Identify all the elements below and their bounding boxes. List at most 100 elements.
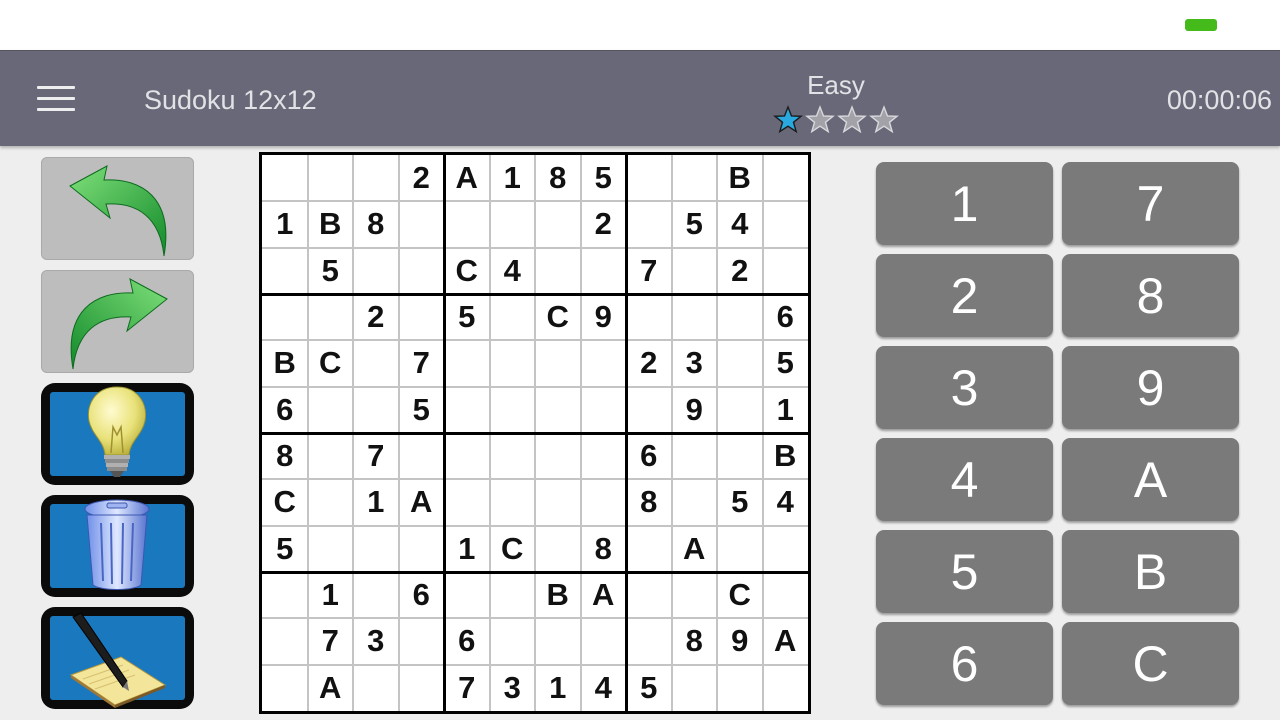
sudoku-cell[interactable] <box>535 201 581 247</box>
sudoku-cell[interactable] <box>490 294 536 340</box>
sudoku-cell[interactable] <box>763 201 809 247</box>
sudoku-cell[interactable] <box>763 526 809 572</box>
keypad-key[interactable]: 2 <box>876 254 1053 337</box>
sudoku-cell[interactable]: 9 <box>581 294 627 340</box>
sudoku-cell[interactable] <box>262 618 308 664</box>
sudoku-cell[interactable]: 2 <box>717 248 763 294</box>
sudoku-cell[interactable] <box>763 155 809 201</box>
sudoku-cell[interactable] <box>490 479 536 525</box>
sudoku-cell[interactable]: A <box>444 155 490 201</box>
sudoku-cell[interactable]: 1 <box>490 155 536 201</box>
sudoku-cell[interactable]: 5 <box>672 201 718 247</box>
menu-button[interactable] <box>30 78 82 120</box>
sudoku-cell[interactable]: B <box>763 433 809 479</box>
sudoku-cell[interactable] <box>672 479 718 525</box>
sudoku-cell[interactable]: 7 <box>399 340 445 386</box>
sudoku-cell[interactable]: 5 <box>399 387 445 433</box>
sudoku-cell[interactable] <box>444 201 490 247</box>
sudoku-cell[interactable] <box>763 665 809 711</box>
sudoku-cell[interactable]: A <box>672 526 718 572</box>
sudoku-cell[interactable] <box>535 340 581 386</box>
sudoku-cell[interactable] <box>262 572 308 618</box>
sudoku-cell[interactable] <box>581 340 627 386</box>
sudoku-cell[interactable] <box>444 433 490 479</box>
sudoku-cell[interactable] <box>444 572 490 618</box>
sudoku-cell[interactable] <box>535 433 581 479</box>
sudoku-cell[interactable] <box>262 155 308 201</box>
sudoku-cell[interactable] <box>308 155 354 201</box>
sudoku-cell[interactable]: 7 <box>308 618 354 664</box>
sudoku-cell[interactable] <box>353 526 399 572</box>
sudoku-cell[interactable]: 1 <box>535 665 581 711</box>
sudoku-cell[interactable]: A <box>763 618 809 664</box>
keypad-key[interactable]: 6 <box>876 622 1053 705</box>
sudoku-cell[interactable] <box>672 248 718 294</box>
sudoku-cell[interactable] <box>399 248 445 294</box>
sudoku-cell[interactable]: 1 <box>262 201 308 247</box>
sudoku-cell[interactable]: B <box>308 201 354 247</box>
sudoku-cell[interactable]: 2 <box>626 340 672 386</box>
undo-button[interactable] <box>41 157 194 260</box>
sudoku-cell[interactable] <box>535 248 581 294</box>
sudoku-cell[interactable] <box>490 433 536 479</box>
sudoku-cell[interactable] <box>763 248 809 294</box>
sudoku-cell[interactable] <box>353 387 399 433</box>
sudoku-cell[interactable] <box>672 572 718 618</box>
sudoku-cell[interactable] <box>581 387 627 433</box>
sudoku-cell[interactable]: 5 <box>444 294 490 340</box>
sudoku-cell[interactable]: 8 <box>353 201 399 247</box>
sudoku-cell[interactable] <box>399 433 445 479</box>
sudoku-cell[interactable]: C <box>717 572 763 618</box>
sudoku-cell[interactable]: 5 <box>717 479 763 525</box>
sudoku-cell[interactable]: 3 <box>672 340 718 386</box>
sudoku-cell[interactable] <box>535 479 581 525</box>
keypad-key[interactable]: 7 <box>1062 162 1239 245</box>
sudoku-cell[interactable]: C <box>444 248 490 294</box>
sudoku-cell[interactable]: 9 <box>672 387 718 433</box>
sudoku-cell[interactable] <box>262 248 308 294</box>
sudoku-cell[interactable]: 3 <box>353 618 399 664</box>
sudoku-cell[interactable] <box>626 201 672 247</box>
sudoku-cell[interactable]: 1 <box>308 572 354 618</box>
sudoku-cell[interactable] <box>353 572 399 618</box>
sudoku-cell[interactable] <box>672 155 718 201</box>
sudoku-cell[interactable]: 6 <box>626 433 672 479</box>
sudoku-cell[interactable]: 2 <box>581 201 627 247</box>
sudoku-cell[interactable] <box>626 387 672 433</box>
sudoku-cell[interactable]: B <box>717 155 763 201</box>
sudoku-cell[interactable]: 1 <box>763 387 809 433</box>
keypad-key[interactable]: 4 <box>876 438 1053 521</box>
sudoku-cell[interactable]: 4 <box>717 201 763 247</box>
keypad-key[interactable]: 8 <box>1062 254 1239 337</box>
sudoku-cell[interactable] <box>626 572 672 618</box>
sudoku-cell[interactable]: A <box>308 665 354 711</box>
sudoku-cell[interactable]: C <box>308 340 354 386</box>
sudoku-cell[interactable]: 9 <box>717 618 763 664</box>
notes-button[interactable] <box>41 607 194 709</box>
sudoku-cell[interactable]: 6 <box>262 387 308 433</box>
sudoku-cell[interactable] <box>535 387 581 433</box>
keypad-key[interactable]: 1 <box>876 162 1053 245</box>
erase-button[interactable] <box>41 495 194 597</box>
sudoku-cell[interactable]: 6 <box>444 618 490 664</box>
sudoku-cell[interactable]: 8 <box>262 433 308 479</box>
keypad-key[interactable]: 3 <box>876 346 1053 429</box>
sudoku-cell[interactable] <box>444 479 490 525</box>
keypad-key[interactable]: C <box>1062 622 1239 705</box>
keypad-key[interactable]: B <box>1062 530 1239 613</box>
sudoku-cell[interactable]: 1 <box>444 526 490 572</box>
sudoku-cell[interactable] <box>308 526 354 572</box>
sudoku-cell[interactable]: 5 <box>308 248 354 294</box>
sudoku-cell[interactable]: B <box>535 572 581 618</box>
sudoku-cell[interactable]: C <box>535 294 581 340</box>
sudoku-cell[interactable]: B <box>262 340 308 386</box>
sudoku-cell[interactable] <box>626 294 672 340</box>
sudoku-cell[interactable] <box>535 526 581 572</box>
sudoku-cell[interactable] <box>717 387 763 433</box>
sudoku-cell[interactable]: 7 <box>626 248 672 294</box>
sudoku-cell[interactable] <box>262 665 308 711</box>
sudoku-cell[interactable] <box>672 433 718 479</box>
sudoku-cell[interactable] <box>308 387 354 433</box>
sudoku-cell[interactable] <box>353 248 399 294</box>
sudoku-cell[interactable] <box>717 665 763 711</box>
